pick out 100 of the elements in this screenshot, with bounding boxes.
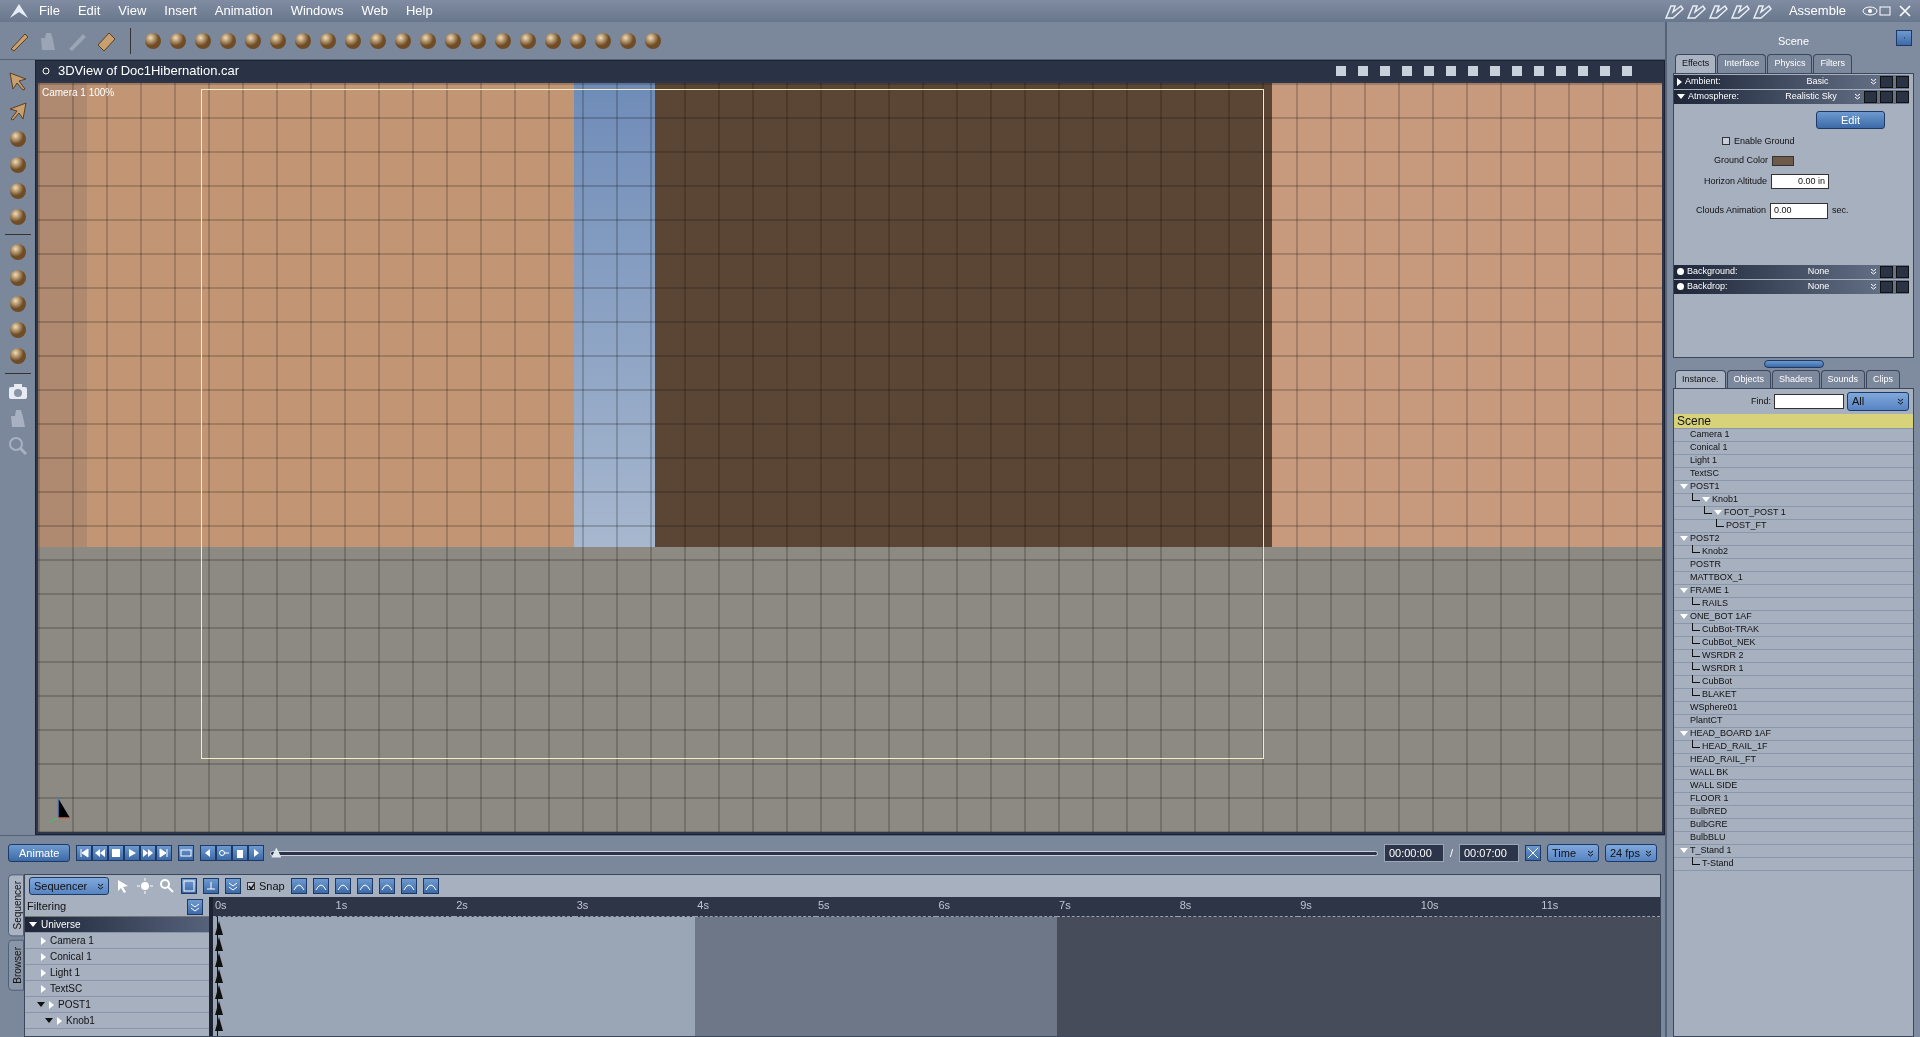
input-field[interactable]: 0.00 (1770, 203, 1829, 219)
preset-icon[interactable] (1880, 280, 1893, 293)
skip-end-button[interactable] (156, 845, 173, 861)
track-label[interactable]: TextSC (50, 981, 83, 996)
view-option-icon[interactable] (1532, 64, 1546, 78)
track-label[interactable]: Light 1 (50, 965, 81, 980)
preset-icon[interactable] (1880, 75, 1893, 88)
bronze-tool-icon[interactable] (8, 269, 27, 287)
menu-item[interactable]: View (109, 1, 156, 21)
skip-start-button[interactable] (76, 845, 93, 861)
preset-icon[interactable] (1896, 90, 1909, 103)
bronze-tool-icon[interactable] (544, 31, 562, 50)
track-label[interactable]: POST1 (58, 997, 91, 1012)
bronze-tool-icon[interactable] (344, 31, 362, 50)
bronze-tool-icon[interactable] (319, 31, 337, 50)
expand-triangle-icon[interactable] (45, 1018, 53, 1023)
chevron-icon[interactable] (1870, 268, 1877, 275)
time-slider[interactable] (270, 850, 1378, 856)
bronze-tool-icon[interactable] (419, 31, 437, 50)
view-option-icon[interactable] (1334, 64, 1348, 78)
stop-button[interactable] (108, 845, 125, 861)
current-time-field[interactable]: 00:00:00 (1383, 843, 1444, 863)
light-button[interactable] (400, 878, 417, 894)
view-option-icon[interactable] (1576, 64, 1590, 78)
zoom-fit-button[interactable] (181, 878, 197, 894)
tree-item[interactable]: Camera 1 (1674, 428, 1913, 442)
bronze-tool-icon[interactable] (594, 31, 612, 50)
tree-item[interactable]: CubBot_NEK (1674, 636, 1913, 650)
effect-row[interactable]: Ambient: Basic (1674, 74, 1909, 89)
arc-button[interactable] (356, 878, 373, 894)
tree-item[interactable]: BulbBLU (1674, 831, 1913, 845)
panel-tab[interactable]: Sounds (1820, 369, 1866, 388)
animate-button[interactable]: Animate (8, 844, 71, 862)
tree-item[interactable]: FLOOR 1 (1674, 792, 1913, 806)
options-button[interactable] (225, 878, 241, 894)
preset-icon[interactable] (1864, 90, 1877, 103)
tree-item[interactable]: POST_FT (1674, 519, 1913, 533)
crossed-box-button[interactable] (1525, 845, 1541, 861)
light-button[interactable] (422, 878, 439, 894)
tree-item[interactable]: MATTBOX_1 (1674, 571, 1913, 585)
preset-icon[interactable] (1880, 265, 1893, 278)
window-menu-icon[interactable] (42, 67, 50, 75)
bronze-tool-icon[interactable] (269, 31, 287, 50)
menu-item[interactable]: Edit (68, 1, 110, 21)
bronze-tool-icon[interactable] (469, 31, 487, 50)
preset-icon[interactable] (1896, 265, 1909, 278)
tree-item[interactable]: T-Stand (1674, 857, 1913, 871)
view-option-icon[interactable] (1466, 64, 1480, 78)
tree-item[interactable]: T_Stand 1 (1674, 844, 1913, 858)
bronze-tool-icon[interactable] (619, 31, 637, 50)
side-tab[interactable]: Browser (8, 940, 24, 992)
key-button[interactable] (216, 845, 233, 861)
bronze-tool-icon[interactable] (144, 31, 162, 50)
side-tab[interactable]: Sequencer (8, 874, 24, 937)
view-option-icon[interactable] (1510, 64, 1524, 78)
bronze-tool-icon[interactable] (8, 208, 27, 226)
panel-tab[interactable]: Objects (1726, 369, 1772, 388)
tree-item[interactable]: ONE_BOT 1AF (1674, 610, 1913, 624)
view-option-icon[interactable] (1554, 64, 1568, 78)
preset-icon[interactable] (1880, 90, 1893, 103)
back-button[interactable] (1896, 30, 1912, 46)
preset-icon[interactable] (1896, 75, 1909, 88)
tree-item[interactable]: Scene (1674, 413, 1913, 429)
bronze-tool-icon[interactable] (444, 31, 462, 50)
find-field[interactable] (1774, 393, 1844, 409)
view-option-icon[interactable] (1400, 64, 1414, 78)
tree-item[interactable]: FRAME 1 (1674, 584, 1913, 598)
curve-button[interactable] (290, 878, 307, 894)
mode-dropdown[interactable]: Sequencer (29, 876, 109, 896)
tree-item[interactable]: HEAD_RAIL_FT (1674, 753, 1913, 767)
tree-item[interactable]: PlantCT (1674, 714, 1913, 728)
panel-tab[interactable]: Interface (1717, 54, 1767, 73)
bronze-tool-icon[interactable] (8, 347, 27, 365)
previous-key-button[interactable] (200, 845, 217, 861)
tree-item[interactable]: CubBot-TRAK (1674, 623, 1913, 637)
input-field[interactable]: 0.00 in (1771, 173, 1830, 189)
color-swatch[interactable] (1772, 155, 1795, 166)
view-option-icon[interactable] (1488, 64, 1502, 78)
panel-tab[interactable]: Instance. (1675, 369, 1726, 388)
menu-item[interactable]: File (30, 1, 69, 21)
bronze-tool-icon[interactable] (169, 31, 187, 50)
bronze-tool-icon[interactable] (644, 31, 662, 50)
bronze-tool-icon[interactable] (294, 31, 312, 50)
menu-item[interactable]: Help (396, 1, 442, 21)
chevron-icon[interactable] (1870, 283, 1877, 290)
bronze-tool-icon[interactable] (8, 156, 27, 174)
track-label[interactable]: Knob1 (66, 1013, 95, 1028)
edit-button[interactable]: Edit (1816, 110, 1885, 129)
total-time-field[interactable]: 00:07:00 (1459, 843, 1519, 863)
bronze-tool-icon[interactable] (494, 31, 512, 50)
view-option-icon[interactable] (1378, 64, 1392, 78)
bronze-tool-icon[interactable] (394, 31, 412, 50)
zoom-range-button[interactable] (203, 878, 219, 894)
tree-item[interactable]: Knob2 (1674, 545, 1913, 559)
filter-dropdown[interactable]: All (1847, 392, 1909, 411)
preset-icon[interactable] (1896, 280, 1909, 293)
bronze-tool-icon[interactable] (8, 182, 27, 200)
panel-splitter[interactable] (1763, 359, 1824, 368)
effect-row[interactable]: Atmosphere: Realistic Sky (1674, 89, 1909, 104)
bronze-tool-icon[interactable] (369, 31, 387, 50)
